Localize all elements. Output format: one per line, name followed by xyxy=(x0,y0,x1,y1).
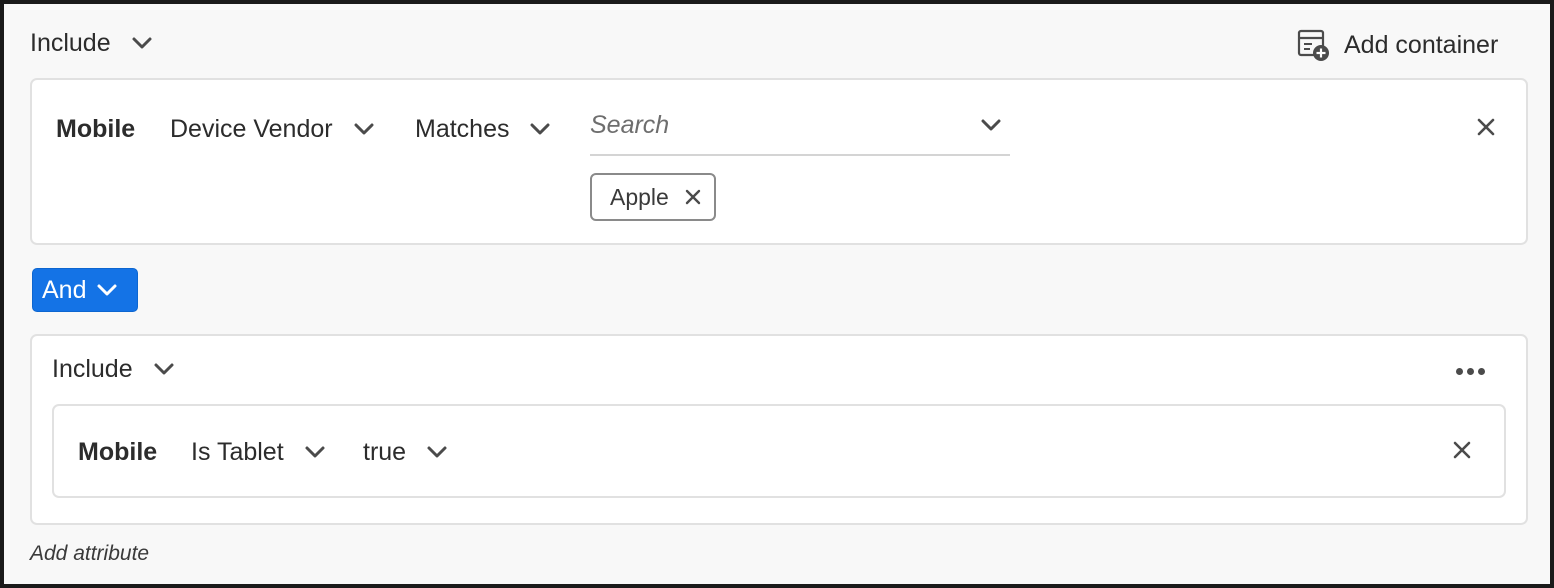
logic-operator-label: And xyxy=(42,276,87,304)
operator-dropdown[interactable]: Matches xyxy=(415,114,551,144)
dot xyxy=(1478,368,1485,375)
value-search-combobox[interactable]: Search xyxy=(590,108,1010,152)
rule-category-label: Mobile xyxy=(78,438,158,466)
add-container-icon xyxy=(1296,28,1330,62)
remove-tag-icon[interactable] xyxy=(685,189,701,205)
operator-label: Matches xyxy=(415,115,510,143)
add-attribute-link[interactable]: Add attribute xyxy=(30,541,149,567)
remove-rule-icon[interactable] xyxy=(1452,440,1472,460)
value-tag: Apple xyxy=(590,173,716,221)
attribute-label: Device Vendor xyxy=(170,115,333,143)
search-placeholder: Search xyxy=(590,111,670,139)
chevron-down-icon xyxy=(131,36,153,50)
chevron-down-icon[interactable] xyxy=(980,118,1002,132)
more-options-icon[interactable] xyxy=(1456,368,1485,375)
segment-builder-panel: Include Add container Mobile Device Vend… xyxy=(0,0,1554,588)
inner-include-dropdown[interactable]: Include xyxy=(52,354,175,384)
inner-include-label: Include xyxy=(52,355,133,383)
chevron-down-icon xyxy=(426,445,448,459)
chevron-down-icon xyxy=(353,122,375,136)
logic-operator-dropdown[interactable]: And xyxy=(32,268,138,312)
dot xyxy=(1467,368,1474,375)
add-container-button[interactable]: Add container xyxy=(1296,28,1498,62)
outer-include-dropdown[interactable]: Include xyxy=(30,28,153,58)
attribute-dropdown[interactable]: Is Tablet xyxy=(191,437,326,467)
value-label: true xyxy=(363,438,407,466)
attribute-label: Is Tablet xyxy=(191,438,284,466)
tag-label: Apple xyxy=(610,184,669,210)
rule-card-is-tablet: Mobile Is Tablet true xyxy=(52,404,1506,498)
nested-container: Include Mobile Is Tablet true xyxy=(30,334,1528,525)
value-dropdown[interactable]: true xyxy=(363,437,448,467)
rule-card-device-vendor: Mobile Device Vendor Matches Search Appl… xyxy=(30,78,1528,245)
search-underline xyxy=(590,154,1010,156)
chevron-down-icon xyxy=(529,122,551,136)
chevron-down-icon xyxy=(153,362,175,376)
outer-include-label: Include xyxy=(30,29,111,57)
dot xyxy=(1456,368,1463,375)
add-container-label: Add container xyxy=(1344,31,1499,59)
remove-rule-icon[interactable] xyxy=(1476,117,1496,137)
chevron-down-icon xyxy=(96,283,118,297)
attribute-dropdown[interactable]: Device Vendor xyxy=(170,114,375,144)
rule-category-label: Mobile xyxy=(56,115,136,143)
chevron-down-icon xyxy=(304,445,326,459)
